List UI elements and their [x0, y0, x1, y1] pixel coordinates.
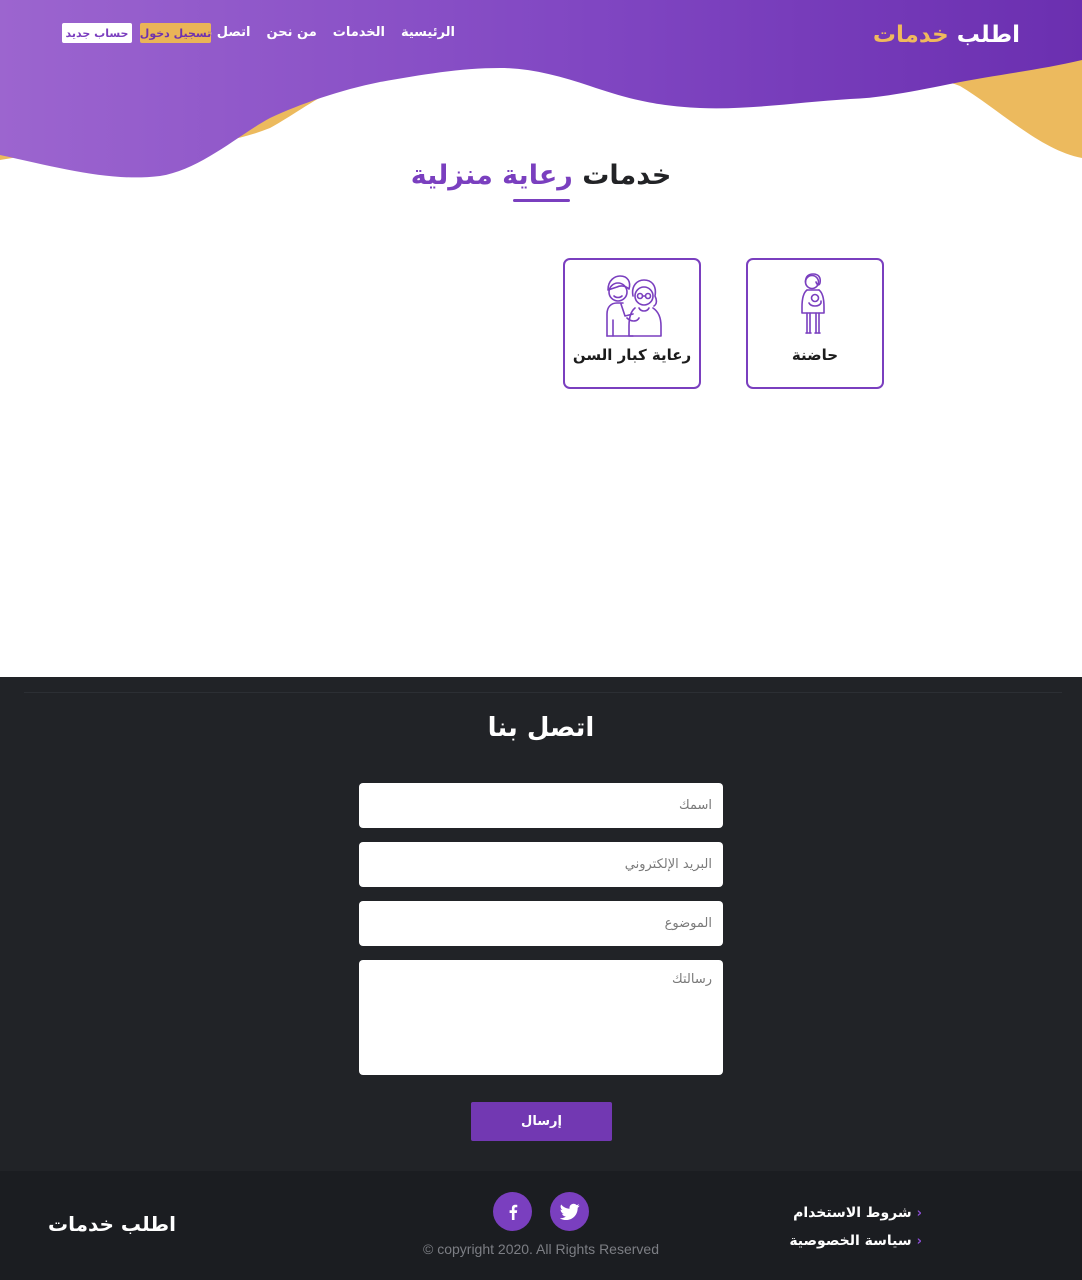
register-button[interactable]: حساب جديد — [62, 23, 132, 43]
service-label-nanny: حاضنة — [791, 346, 839, 364]
nav-home[interactable]: الرئيسية — [401, 24, 455, 42]
twitter-icon — [559, 1203, 580, 1220]
nanny-icon — [780, 272, 850, 342]
title-underline — [513, 199, 570, 202]
logo-main-text: اطلب — [956, 22, 1020, 48]
footer-links: ‹ شروط الاستخدام ‹ سياسة الخصوصية — [789, 1199, 922, 1255]
facebook-button[interactable] — [493, 1192, 532, 1231]
chevron-left-icon: ‹ — [916, 1233, 922, 1249]
section-title-part2: رعاية منزلية — [410, 160, 573, 191]
privacy-link[interactable]: ‹ سياسة الخصوصية — [789, 1227, 922, 1255]
send-button[interactable]: إرسال — [471, 1102, 612, 1141]
logo-accent-text: خدمات — [872, 22, 949, 48]
nav-about[interactable]: من نحن — [267, 24, 317, 42]
main-nav: الرئيسية الخدمات من نحن اتصل بنا — [197, 24, 455, 42]
elderly-couple-icon — [597, 272, 667, 342]
name-field[interactable] — [359, 783, 723, 828]
service-label-elderly-care: رعاية كبار السن — [572, 346, 692, 364]
privacy-link-label: سياسة الخصوصية — [789, 1233, 912, 1249]
contact-section: اتصل بنا إرسال — [0, 677, 1082, 1171]
nav-services[interactable]: الخدمات — [333, 24, 385, 42]
section-title: خدمات رعاية منزلية — [0, 160, 1082, 191]
site-logo[interactable]: اطلب خدمات — [873, 22, 1020, 48]
twitter-button[interactable] — [550, 1192, 589, 1231]
terms-link-label: شروط الاستخدام — [793, 1205, 912, 1221]
email-field[interactable] — [359, 842, 723, 887]
terms-link[interactable]: ‹ شروط الاستخدام — [789, 1199, 922, 1227]
login-button[interactable]: تسجيل دخول — [140, 23, 211, 43]
contact-title: اتصل بنا — [487, 713, 595, 743]
contact-divider — [24, 692, 1062, 693]
service-card-elderly-care[interactable]: رعاية كبار السن — [563, 258, 701, 389]
subject-field[interactable] — [359, 901, 723, 946]
message-field[interactable] — [359, 960, 723, 1075]
chevron-left-icon: ‹ — [916, 1205, 922, 1221]
section-title-part1: خدمات — [582, 160, 672, 191]
service-card-nanny[interactable]: حاضنة — [746, 258, 884, 389]
site-footer: اطلب خدمات © copyright 2020. All Rights … — [0, 1171, 1082, 1280]
facebook-icon — [509, 1204, 517, 1220]
footer-logo[interactable]: اطلب خدمات — [48, 1212, 176, 1236]
